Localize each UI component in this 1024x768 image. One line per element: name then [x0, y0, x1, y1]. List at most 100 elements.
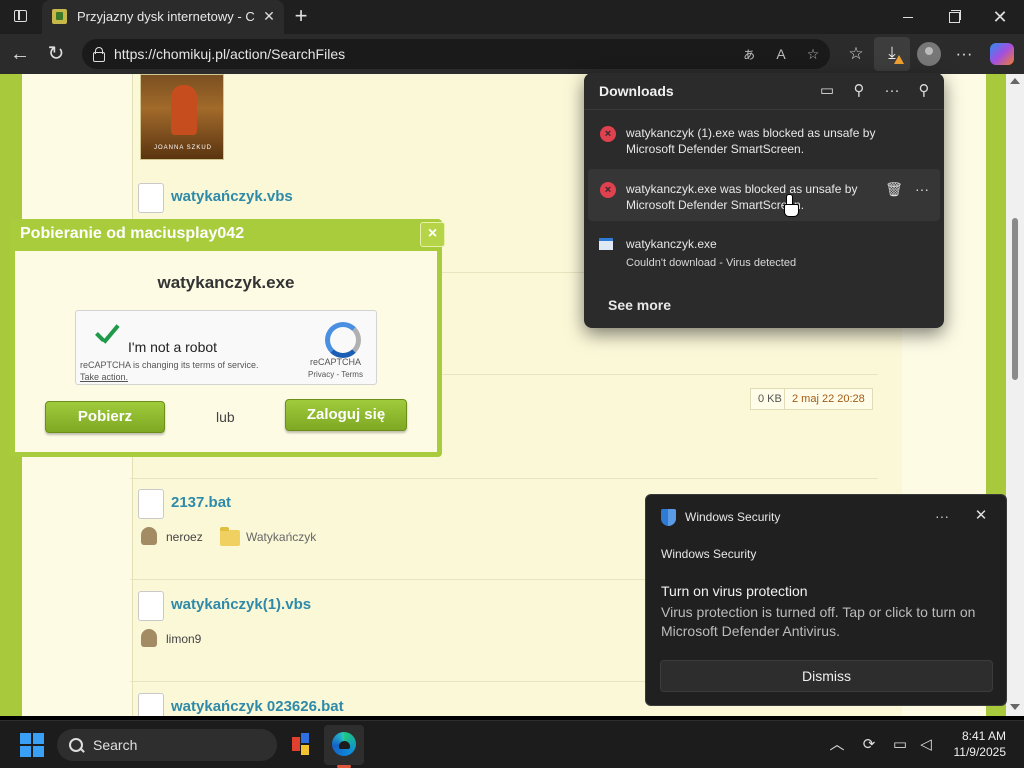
exe-file-icon	[599, 238, 613, 250]
toast-app-name: Windows Security	[685, 510, 781, 524]
recaptcha-checkbox[interactable]	[92, 327, 122, 351]
recaptcha-take-action-link[interactable]: Take action.	[80, 372, 128, 382]
windows-start-icon[interactable]	[20, 733, 44, 757]
file-link[interactable]: watykańczyk 023626.bat	[171, 698, 344, 715]
address-bar[interactable]: https://chomikuj.pl/action/SearchFiles ぁ…	[82, 39, 830, 69]
ellipsis-icon[interactable]: ···	[951, 42, 977, 66]
tab-actions-icon[interactable]	[8, 6, 32, 28]
toast-close-icon[interactable]: ✕	[972, 507, 990, 525]
file-link[interactable]: watykańczyk(1).vbs	[171, 596, 311, 613]
see-more-link[interactable]: See more	[608, 297, 671, 313]
downloads-more-icon[interactable]: ···	[880, 80, 904, 102]
delete-icon[interactable]: 🗑	[885, 180, 903, 198]
dismiss-button[interactable]: Dismiss	[660, 660, 993, 692]
file-icon	[138, 693, 164, 716]
taskbar-search[interactable]: Search	[57, 729, 277, 761]
downloads-title: Downloads	[599, 83, 674, 99]
file-link[interactable]: watykańczyk.vbs	[171, 188, 293, 205]
toast-more-icon[interactable]: ···	[931, 507, 953, 525]
app-icon[interactable]	[288, 731, 314, 759]
refresh-icon[interactable]: ↻	[44, 42, 68, 66]
star-icon[interactable]: ☆	[802, 44, 824, 64]
downloads-button[interactable]: ⤓	[874, 37, 910, 71]
tab-chomikuj[interactable]: Przyjazny dysk internetowy - Chomikuj.pl…	[42, 0, 284, 34]
search-downloads-icon[interactable]: ⚲	[847, 80, 871, 102]
dialog-close-button[interactable]: ×	[420, 222, 445, 247]
recaptcha-notice: reCAPTCHA is changing its terms of servi…	[80, 360, 259, 370]
toast-body: Virus protection is turned off. Tap or c…	[661, 604, 976, 639]
url-text[interactable]: https://chomikuj.pl/action/SearchFiles	[114, 46, 345, 62]
security-toast[interactable]: Windows Security ··· ✕ Windows Security …	[645, 494, 1007, 706]
recaptcha-label: I'm not a robot	[128, 339, 218, 355]
folder-icon	[220, 527, 240, 546]
minimize-icon[interactable]	[896, 6, 920, 28]
file-icon	[138, 591, 164, 621]
login-button[interactable]: Zaloguj się	[285, 399, 407, 431]
scroll-down-icon[interactable]	[1010, 704, 1020, 710]
dialog-body: watykanczyk.exe I'm not a robot reCAPTCH…	[15, 251, 437, 452]
user-avatar[interactable]	[141, 629, 157, 647]
open-folder-icon[interactable]: ▭	[815, 80, 839, 102]
user-avatar[interactable]	[141, 527, 157, 545]
tab-close-icon[interactable]: ✕	[260, 7, 278, 25]
download-item-3-name[interactable]: watykanczyk.exe	[626, 237, 717, 251]
download-item-2[interactable]: watykanczyk.exe was blocked as unsafe by…	[626, 181, 884, 213]
download-button[interactable]: Pobierz	[45, 401, 165, 433]
blocked-error-icon: ×	[600, 182, 616, 198]
window-close-icon[interactable]: ✕	[988, 6, 1012, 28]
new-tab-icon[interactable]: +	[290, 5, 312, 27]
edge-taskbar-button[interactable]	[324, 725, 364, 765]
sync-icon[interactable]: ⟳	[858, 735, 880, 755]
recaptcha-privacy-terms[interactable]: Privacy - Terms	[308, 370, 363, 379]
pin-icon[interactable]: ⚲	[912, 80, 936, 102]
search-icon	[69, 738, 83, 752]
favorites-icon[interactable]: ☆	[843, 42, 869, 66]
lock-icon[interactable]	[91, 47, 105, 62]
scroll-thumb[interactable]	[1012, 218, 1018, 380]
copilot-icon[interactable]	[990, 43, 1014, 65]
clock-date[interactable]: 11/9/2025	[940, 745, 1007, 759]
downloads-separator	[584, 109, 944, 110]
recaptcha-widget: I'm not a robot reCAPTCHA Privacy - Term…	[75, 310, 377, 385]
restore-icon[interactable]	[942, 6, 966, 28]
chevron-up-icon[interactable]: ︿	[826, 735, 848, 755]
volume-mute-icon[interactable]: ◁	[915, 735, 937, 755]
scroll-up-icon[interactable]	[1010, 78, 1020, 84]
book-cover-image[interactable]: JOANNA SZKUD	[140, 74, 224, 160]
file-owner[interactable]: limon9	[166, 632, 201, 646]
page-scrollbar[interactable]	[1006, 74, 1024, 716]
file-date: 2 maj 22 20:28	[784, 388, 873, 410]
display-icon[interactable]: ▭	[889, 735, 911, 755]
file-icon	[138, 183, 164, 213]
dialog-title: Pobieranie od maciusplay042	[20, 225, 245, 242]
download-dialog: Pobieranie od maciusplay042 × watykanczy…	[10, 219, 445, 457]
row-divider	[130, 478, 878, 479]
download-item-1[interactable]: watykanczyk (1).exe was blocked as unsaf…	[626, 125, 926, 157]
or-text: lub	[216, 409, 235, 425]
profile-avatar[interactable]	[917, 42, 941, 66]
hand-cursor	[784, 194, 799, 217]
file-owner[interactable]: neroez	[166, 530, 203, 544]
file-icon	[138, 489, 164, 519]
translate-icon[interactable]: ぁ	[738, 44, 760, 64]
shield-icon	[661, 509, 676, 526]
file-folder[interactable]: Watykańczyk	[246, 530, 316, 544]
back-icon[interactable]: ←	[8, 42, 32, 66]
toast-heading: Turn on virus protection	[661, 583, 808, 599]
item-more-icon[interactable]: ···	[912, 180, 932, 198]
tab-title: Przyjazny dysk internetowy - Chomikuj.pl	[77, 9, 255, 24]
browser-toolbar: ← ↻ https://chomikuj.pl/action/SearchFil…	[0, 34, 1024, 74]
dialog-filename: watykanczyk.exe	[157, 273, 295, 292]
read-aloud-icon[interactable]: A	[770, 44, 792, 64]
tab-bar: Przyjazny dysk internetowy - Chomikuj.pl…	[0, 0, 1024, 34]
toast-subtitle: Windows Security	[661, 547, 757, 561]
edge-icon	[332, 732, 356, 756]
search-label: Search	[93, 737, 138, 753]
chomikuj-favicon-icon	[52, 9, 67, 24]
clock-time[interactable]: 8:41 AM	[940, 729, 1006, 743]
recaptcha-brand: reCAPTCHA	[310, 357, 362, 367]
file-link[interactable]: 2137.bat	[171, 494, 231, 511]
downloads-panel: Downloads ▭ ⚲ ··· ⚲ × watykanczyk (1).ex…	[584, 73, 944, 328]
book-cover-title: JOANNA SZKUD	[153, 145, 212, 151]
taskbar: Search ︿ ⟳ ▭ ◁ 8:41 AM 11/9/2025	[0, 720, 1024, 768]
